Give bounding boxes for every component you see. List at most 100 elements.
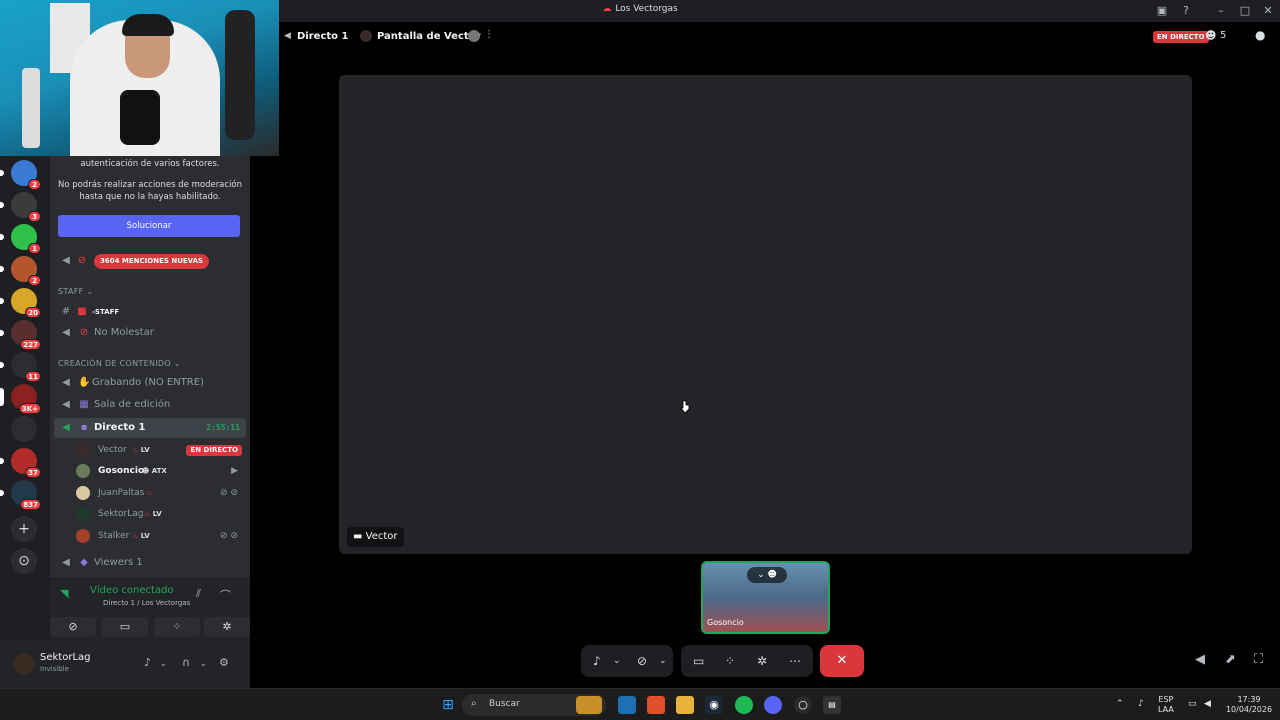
tile-controls[interactable]: ⌄ ☻ <box>747 567 787 583</box>
server-icon[interactable]: 3K+ <box>0 384 41 414</box>
channel-grabando[interactable]: ◀ ✋ Grabando (NO ENTRE) <box>54 373 246 393</box>
voice-member[interactable]: Gosoncio ☻ ATX ▶ <box>76 461 246 481</box>
maximize-button[interactable]: □ <box>1237 3 1253 19</box>
show-hidden-icons[interactable]: ⌃ <box>1116 699 1124 709</box>
chevron-down-icon[interactable]: ⌄ <box>613 645 621 677</box>
disconnect-icon[interactable]: ⌒ <box>220 587 231 603</box>
voice-connected-panel: ◥ Vídeo conectado Directo 1 / Los Vector… <box>50 578 250 640</box>
live-badge: EN DIRECTO <box>186 445 242 456</box>
server-icon[interactable]: 2 <box>0 160 41 190</box>
channel-staff[interactable]: # ■ -STAFF <box>54 302 246 322</box>
channel-name: Directo 1 <box>297 31 349 42</box>
voice-member[interactable]: JuanPaltas ♨ ⊘ ⊘ <box>76 483 246 503</box>
server-icon[interactable] <box>11 416 37 442</box>
app-icon[interactable]: ▤ <box>823 696 841 714</box>
more-options-icon[interactable]: ⋯ <box>789 645 801 677</box>
discord-icon[interactable] <box>764 696 782 714</box>
camera-toggle-button[interactable]: ⊘ <box>50 617 96 637</box>
voice-status: Vídeo conectado <box>90 585 174 596</box>
voice-location[interactable]: Directo 1 / Los Vectorgas <box>103 599 190 607</box>
server-icon[interactable]: 1 <box>0 224 41 254</box>
speaker-icon: ◀ <box>62 557 70 568</box>
server-icon[interactable]: 20 <box>0 288 41 318</box>
channel-no-molestar[interactable]: ◀ ⊘ No Molestar <box>54 323 246 343</box>
obs-icon[interactable]: ○ <box>794 696 812 714</box>
activities-icon[interactable]: ⁘ <box>725 645 735 677</box>
soundboard-icon[interactable]: ✲ <box>757 645 767 677</box>
windows-start-icon[interactable]: ⊞ <box>439 696 457 714</box>
volume-icon[interactable]: ◀ <box>1195 652 1205 667</box>
gamepad-icon: ◆ <box>80 557 88 568</box>
explore-icon[interactable]: ⊙ <box>11 548 37 574</box>
call-timer: 2:55:11 <box>206 423 240 432</box>
close-window-button[interactable]: ✕ <box>1260 3 1276 19</box>
search-icon: ⌕ <box>471 698 477 709</box>
participant-tile[interactable]: ⌄ ☻ Gosoncio <box>701 561 830 634</box>
network-icon[interactable]: ▭ <box>1188 699 1197 709</box>
clock[interactable]: 17:39 10/04/2026 <box>1224 695 1274 715</box>
widgets-icon[interactable] <box>618 696 636 714</box>
screen-share-button[interactable]: ▭ <box>102 617 148 637</box>
channel-sala[interactable]: ◀ ▦ Sala de edición <box>54 395 246 415</box>
fire-icon: ♨ <box>146 489 153 497</box>
server-icon[interactable]: 227 <box>0 320 41 350</box>
chevron-down-icon[interactable]: ⌄ <box>659 645 667 677</box>
taskbar-search[interactable]: ⌕ Buscar <box>462 694 606 716</box>
spotify-icon[interactable] <box>735 696 753 714</box>
no-entry-icon: ⊘ <box>77 255 87 266</box>
steam-icon[interactable]: ◉ <box>705 696 723 714</box>
category-contenido[interactable]: CREACIÓN DE CONTENIDO ⌄ <box>58 359 181 368</box>
fullscreen-icon[interactable]: ⛶ <box>1254 652 1263 667</box>
server-icon[interactable]: 2 <box>0 256 41 286</box>
search-highlight-icon <box>576 696 602 714</box>
file-explorer-icon[interactable] <box>676 696 694 714</box>
channel-directo[interactable]: ◀ ▪ Directo 1 2:55:11 <box>54 418 246 438</box>
speaker-tray-icon[interactable]: ◀ <box>1204 699 1211 709</box>
server-icon[interactable]: 3 <box>0 192 41 222</box>
fire-icon: ♨ <box>144 510 151 518</box>
server-icon[interactable]: 37 <box>0 448 41 478</box>
server-icon[interactable]: 11 <box>0 352 41 382</box>
camera-off-icon[interactable]: ⊘ <box>637 645 647 677</box>
mic-icon[interactable]: ♪ <box>593 645 601 677</box>
user-avatar[interactable] <box>14 654 34 674</box>
microphone-tray-icon[interactable]: ♪ <box>1138 699 1144 709</box>
server-folder-icon[interactable]: 837 <box>0 480 41 510</box>
activities-button[interactable]: ⁘ <box>154 617 200 637</box>
pop-out-icon[interactable]: ⬈ <box>1225 652 1236 667</box>
add-server-icon[interactable]: + <box>11 516 37 542</box>
fix-mfa-button[interactable]: Solucionar <box>58 215 240 237</box>
stream-stage[interactable]: ▬ Vector <box>339 75 1192 554</box>
minimize-button[interactable]: – <box>1213 3 1229 19</box>
chevron-down-icon[interactable]: ⌄ <box>200 659 207 668</box>
brave-browser-icon[interactable] <box>647 696 665 714</box>
voice-member[interactable]: SektorLag ♨ LV <box>76 504 246 524</box>
tile-name: Gosoncio <box>707 618 744 627</box>
soundboard-button[interactable]: ✲ <box>204 617 250 637</box>
screen-share-icon[interactable]: ▭ <box>693 645 704 677</box>
noise-suppression-icon[interactable]: ⫽ <box>196 587 201 601</box>
gear-icon[interactable]: ⚙ <box>219 656 229 669</box>
more-icon[interactable]: ⋮ <box>484 29 494 40</box>
mentions-badge[interactable]: 3604 MENCIONES NUEVAS <box>94 254 210 269</box>
people-icon[interactable]: ☻ <box>1205 29 1216 42</box>
muted-deafened-icons: ⊘ ⊘ <box>220 488 238 498</box>
voice-member[interactable]: Stalker ♨ LV ⊘ ⊘ <box>76 526 246 546</box>
headphones-icon[interactable]: ∩ <box>182 656 190 669</box>
user-bar: SektorLag Invisible ♪ ⌄ ∩ ⌄ ⚙ <box>0 640 250 688</box>
channel-viewers[interactable]: ◀ ◆ Viewers 1 <box>54 553 246 573</box>
mic-icon[interactable]: ♪ <box>144 656 151 669</box>
video-icon: ▶ <box>231 466 238 476</box>
help-icon[interactable]: ? <box>1178 3 1194 19</box>
user-name[interactable]: SektorLag <box>40 652 91 663</box>
chat-icon[interactable]: ● <box>1255 28 1265 42</box>
inbox-icon[interactable]: ▣ <box>1154 3 1170 19</box>
webcam-overlay <box>0 0 279 156</box>
mentions-row[interactable]: ◀ ⊘ 3604 MENCIONES NUEVAS <box>54 251 246 271</box>
chevron-down-icon[interactable]: ⌄ <box>160 659 167 668</box>
category-staff[interactable]: STAFF ⌄ <box>58 287 93 296</box>
leave-call-button[interactable]: ✕ <box>820 645 864 677</box>
language-indicator[interactable]: ESP LAA <box>1158 695 1174 715</box>
server-rail: 2 3 1 2 20 227 11 3K+ 37 837 + ⊙ <box>0 156 50 688</box>
voice-member[interactable]: Vector ♨ LV EN DIRECTO <box>76 440 246 460</box>
